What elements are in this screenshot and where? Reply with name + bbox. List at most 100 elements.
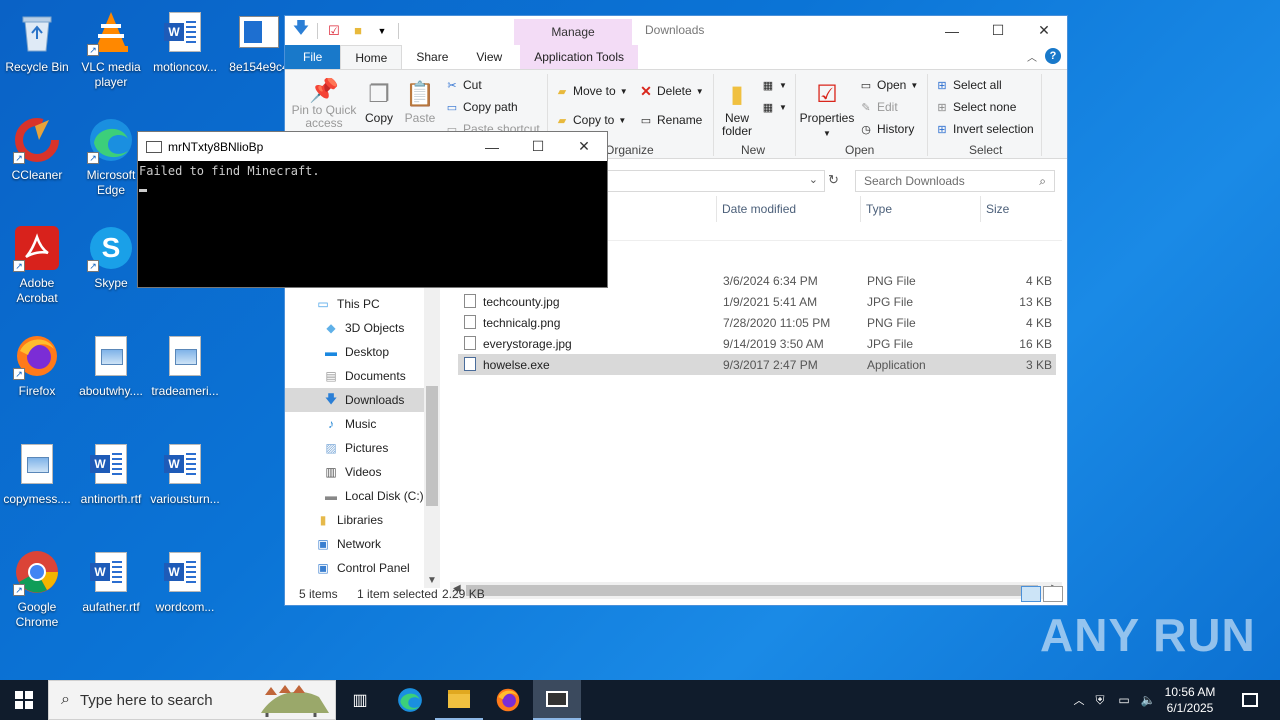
tab-manage[interactable]: Manage	[514, 19, 632, 45]
minimize-button[interactable]: —	[929, 16, 975, 45]
taskbar-firefox[interactable]	[484, 680, 532, 720]
file-row-selected[interactable]: howelse.exe 9/3/2017 2:47 PM Application…	[458, 354, 1056, 375]
skype-icon: S ↗	[87, 224, 135, 272]
select-all-button[interactable]: ⊞ Select all	[935, 78, 1001, 92]
edit-icon: ✎	[861, 101, 871, 114]
tab-file[interactable]: File	[285, 45, 341, 69]
paste-button[interactable]: 📋 Paste	[403, 78, 437, 125]
close-button[interactable]: ✕	[1021, 16, 1067, 45]
properties-button[interactable]: ☑ Properties ▼	[799, 78, 855, 140]
nav-item-libraries[interactable]: ▮ Libraries	[285, 508, 424, 532]
nav-item-videos[interactable]: ▥ Videos	[285, 460, 424, 484]
easy-access-button[interactable]: ▦ ▼	[761, 100, 787, 114]
tab-application-tools[interactable]: Application Tools	[520, 45, 639, 69]
desktop-icon-motioncov[interactable]: W motioncov...	[148, 8, 222, 75]
desktop-icon-label: wordcom...	[155, 600, 215, 614]
start-button[interactable]	[0, 680, 48, 720]
help-icon[interactable]: ?	[1045, 48, 1061, 64]
nav-scroll-thumb[interactable]	[426, 386, 438, 506]
console-window[interactable]: mrNTxty8BNlioBp — ☐ ✕ Failed to find Min…	[137, 131, 608, 288]
disk-icon: ▬	[325, 489, 337, 503]
console-icon	[146, 140, 162, 153]
refresh-icon[interactable]: ↻	[828, 172, 839, 188]
delete-button[interactable]: ✕ Delete ▼	[639, 83, 703, 99]
search-icon: ⌕	[61, 691, 70, 708]
tab-home[interactable]: Home	[340, 45, 403, 69]
file-row[interactable]: technicalg.png 7/28/2020 11:05 PM PNG Fi…	[458, 312, 1056, 333]
edit-button[interactable]: ✎ Edit	[859, 100, 897, 114]
desktop-icon-vlc[interactable]: ↗ VLC media player	[74, 8, 148, 90]
cut-button[interactable]: ✂ Cut	[445, 78, 481, 92]
qat-dropdown-icon[interactable]: ▼	[374, 23, 390, 39]
nav-item-downloads[interactable]: 🡇 Downloads	[285, 388, 424, 412]
chevron-down-icon[interactable]: ⌄	[809, 173, 818, 186]
move-to-button[interactable]: ▰ Move to ▼	[555, 84, 628, 98]
column-header-size[interactable]: Size	[986, 202, 1009, 216]
new-folder-icon[interactable]: ■	[350, 23, 366, 39]
desktop-icon-copymess[interactable]: copymess....	[0, 440, 74, 507]
copy-button[interactable]: ❐ Copy	[363, 78, 395, 125]
taskbar-search-input[interactable]: ⌕ Type here to search	[48, 680, 336, 720]
column-header-type[interactable]: Type	[866, 202, 892, 216]
desktop-icon-recycle-bin[interactable]: Recycle Bin	[0, 8, 74, 75]
select-none-button[interactable]: ⊞ Select none	[935, 100, 1016, 114]
history-button[interactable]: ◷ History	[859, 122, 914, 136]
collapse-ribbon-icon[interactable]: ︿	[1027, 49, 1037, 64]
console-close-button[interactable]: ✕	[561, 132, 607, 161]
console-output[interactable]: Failed to find Minecraft.	[138, 161, 607, 196]
maximize-button[interactable]: ☐	[975, 16, 1021, 45]
task-view-button[interactable]: ▥	[336, 680, 384, 720]
tab-view[interactable]: View	[462, 45, 516, 69]
taskbar-edge[interactable]	[386, 680, 434, 720]
nav-item-3d-objects[interactable]: ◆ 3D Objects	[285, 316, 424, 340]
desktop-icon-variousturn[interactable]: W variousturn...	[148, 440, 222, 507]
properties-check-icon[interactable]: ☑	[326, 23, 342, 39]
nav-item-control-panel[interactable]: ▣ Control Panel	[285, 556, 424, 580]
desktop-icon-acrobat[interactable]: ↗ Adobe Acrobat	[0, 224, 74, 306]
rename-button[interactable]: ▭ Rename	[639, 113, 703, 127]
file-row[interactable]: everystorage.jpg 9/14/2019 3:50 AM JPG F…	[458, 333, 1056, 354]
nav-item-pictures[interactable]: ▨ Pictures	[285, 436, 424, 460]
pin-to-quick-access-button[interactable]: 📌 Pin to Quick access	[289, 78, 359, 130]
console-minimize-button[interactable]: —	[469, 132, 515, 161]
console-maximize-button[interactable]: ☐	[515, 132, 561, 161]
download-arrow-icon: 🡇	[324, 391, 338, 406]
desktop-icon-chrome[interactable]: ↗ Google Chrome	[0, 548, 74, 630]
nav-item-local-disk[interactable]: ▬ Local Disk (C:)	[285, 484, 424, 508]
desktop-icon-aufather[interactable]: W aufather.rtf	[74, 548, 148, 615]
desktop-icon-wordcom[interactable]: W wordcom...	[148, 548, 222, 615]
tab-share[interactable]: Share	[402, 45, 462, 69]
copy-path-button[interactable]: ▭ Copy path	[445, 100, 518, 114]
nav-item-desktop[interactable]: ▬ Desktop	[285, 340, 424, 364]
column-header-date[interactable]: Date modified	[722, 202, 796, 216]
notifications-button[interactable]	[1226, 680, 1274, 720]
network-icon[interactable]: ▭	[1112, 693, 1136, 707]
desktop-icon-antinorth[interactable]: W antinorth.rtf	[74, 440, 148, 507]
clock[interactable]: 10:56 AM 6/1/2025	[1160, 684, 1220, 716]
open-button[interactable]: ▭ Open ▼	[859, 78, 918, 92]
nav-item-music[interactable]: ♪ Music	[285, 412, 424, 436]
taskbar-file-explorer[interactable]	[435, 680, 483, 720]
desktop-icon-firefox[interactable]: ↗ Firefox	[0, 332, 74, 399]
console-cursor	[139, 189, 147, 192]
copy-to-button[interactable]: ▰ Copy to ▼	[555, 113, 627, 127]
invert-selection-button[interactable]: ⊞ Invert selection	[935, 122, 1033, 136]
large-icons-view-icon[interactable]	[1043, 586, 1063, 602]
desktop-icon-ccleaner[interactable]: ↗ CCleaner	[0, 116, 74, 183]
security-icon[interactable]: ⛨	[1088, 693, 1112, 708]
file-row[interactable]: techcounty.jpg 1/9/2021 5:41 AM JPG File…	[458, 291, 1056, 312]
details-view-icon[interactable]	[1021, 586, 1041, 602]
new-folder-button[interactable]: ▮ New folder	[719, 78, 755, 138]
volume-icon[interactable]: 🔈	[1136, 693, 1160, 707]
desktop-icon-aboutwhy[interactable]: aboutwhy....	[74, 332, 148, 399]
nav-item-documents[interactable]: ▤ Documents	[285, 364, 424, 388]
new-item-button[interactable]: ▦ ▼	[761, 78, 787, 92]
recycle-bin-icon	[13, 8, 61, 56]
file-explorer-window[interactable]: 🡇 ☑ ■ ▼ Manage Downloads — ☐ ✕ File Home…	[284, 15, 1068, 606]
nav-item-network[interactable]: ▣ Network	[285, 532, 424, 556]
search-input[interactable]: Search Downloads ⌕	[855, 170, 1055, 192]
taskbar-console[interactable]	[533, 680, 581, 720]
show-hidden-icons-chevron-icon[interactable]: ︿	[1070, 692, 1088, 708]
desktop-icon-tradeameri[interactable]: tradeameri...	[148, 332, 222, 399]
nav-item-this-pc[interactable]: ▭ This PC	[285, 292, 424, 316]
